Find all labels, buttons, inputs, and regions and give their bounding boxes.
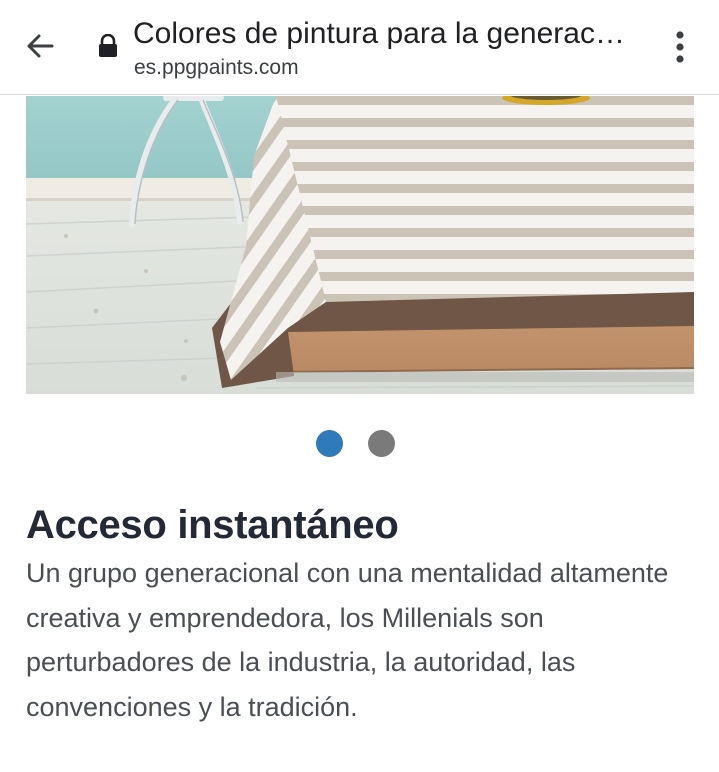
browser-toolbar: Colores de pintura para la generac… es.p…: [0, 0, 719, 95]
page-title[interactable]: Colores de pintura para la generac…: [133, 14, 633, 54]
back-button[interactable]: [20, 26, 60, 66]
arrow-left-icon: [27, 34, 54, 58]
carousel-dot-1[interactable]: [316, 430, 343, 457]
url-text[interactable]: es.ppgpaints.com: [134, 55, 299, 81]
hero-image: [26, 96, 694, 394]
overflow-menu-button[interactable]: [660, 26, 700, 68]
bedroom-photo: [26, 96, 694, 394]
carousel-indicators: [0, 430, 719, 458]
section-body: Un grupo generacional con una mentalidad…: [26, 558, 669, 722]
more-vertical-icon: [676, 31, 684, 63]
carousel-dot-2[interactable]: [368, 430, 395, 457]
lock-icon: [99, 34, 117, 57]
section-heading: Acceso instantáneo: [26, 503, 399, 547]
